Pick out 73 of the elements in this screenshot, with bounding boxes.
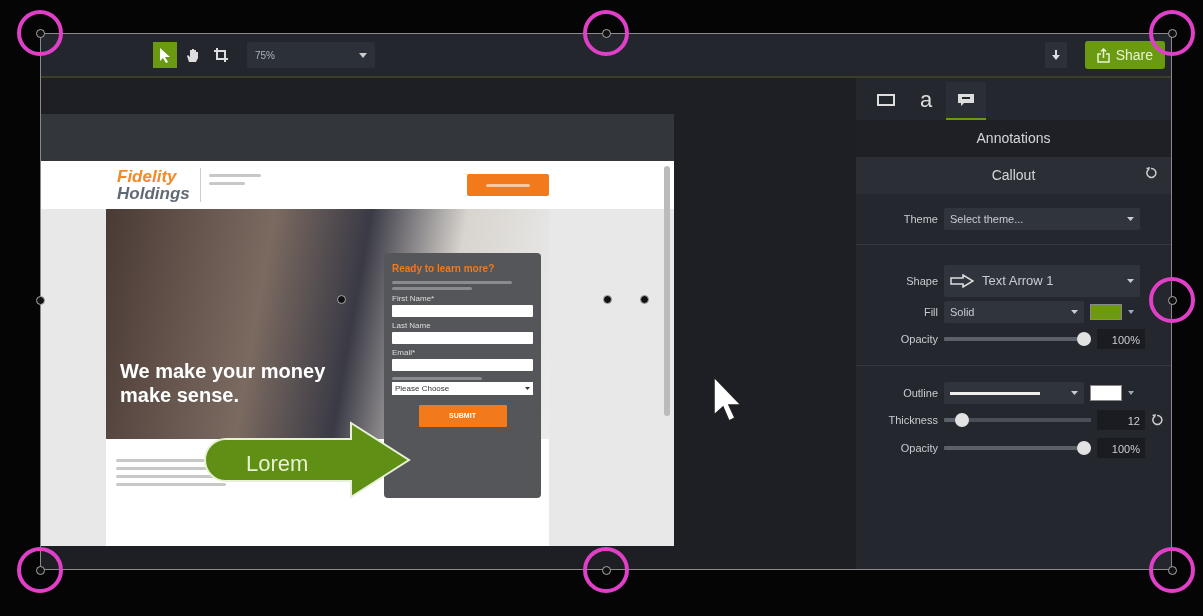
slider-thumb[interactable]: [1077, 441, 1091, 455]
highlight-circle: [17, 547, 63, 593]
download-button[interactable]: [1044, 42, 1067, 68]
field-label: First Name*: [392, 294, 436, 303]
resize-handle[interactable]: [35, 28, 45, 38]
crop-icon: [213, 47, 229, 63]
caret-icon: [1071, 310, 1078, 314]
share-icon: [1096, 47, 1110, 63]
field-label: Last Name: [392, 321, 432, 330]
highlight-circle: [583, 10, 629, 56]
resize-handle[interactable]: [35, 295, 45, 305]
panel-heading: Annotations: [856, 120, 1171, 157]
resize-handle[interactable]: [35, 565, 45, 575]
resize-handle[interactable]: [602, 294, 612, 304]
tagline-blur: [199, 168, 260, 202]
field-label: Shape: [905, 273, 938, 289]
caret-icon[interactable]: [1128, 310, 1134, 314]
caret-icon: [1127, 217, 1134, 221]
pointer-icon: [159, 47, 171, 63]
speech-bubble-icon: [957, 93, 975, 107]
reset-icon[interactable]: [1145, 167, 1157, 179]
fill-dropdown[interactable]: Solid: [944, 301, 1084, 323]
rectangle-icon: [877, 94, 895, 106]
resize-handle[interactable]: [1167, 565, 1177, 575]
highlight-circle: [1149, 547, 1195, 593]
shape-dropdown[interactable]: Text Arrow 1: [944, 265, 1140, 297]
number-field[interactable]: 12: [1097, 410, 1145, 430]
resize-handle[interactable]: [639, 294, 649, 304]
caret-icon: [1071, 391, 1078, 395]
field-label: Thickness: [887, 412, 938, 428]
color-swatch[interactable]: [1090, 385, 1122, 401]
caret-icon: [525, 387, 530, 390]
form-title: Ready to learn more?: [392, 262, 496, 276]
input-field[interactable]: [392, 359, 533, 371]
logo-text: Holdings: [117, 185, 190, 202]
highlight-circle: [583, 547, 629, 593]
number-field[interactable]: 100%: [1097, 438, 1145, 458]
field-label: Outline: [902, 385, 938, 401]
field-label: Email*: [392, 348, 417, 357]
resize-handle[interactable]: [601, 565, 611, 575]
input-field[interactable]: [392, 305, 533, 317]
outline-dropdown[interactable]: [944, 382, 1084, 404]
caret-icon[interactable]: [1128, 391, 1134, 395]
resize-handle[interactable]: [336, 294, 346, 304]
number-field[interactable]: 100%: [1097, 329, 1145, 349]
highlight-circle: [1149, 277, 1195, 323]
zoom-dropdown[interactable]: 75%: [247, 42, 375, 68]
field-label: Opacity: [899, 440, 938, 456]
hand-icon: [185, 47, 201, 63]
logo-text: Fidelity: [117, 168, 178, 185]
reset-icon[interactable]: [1151, 414, 1163, 426]
slider-thumb[interactable]: [954, 413, 969, 427]
field-label: Opacity: [899, 331, 938, 347]
field-label: Fill: [922, 304, 938, 320]
download-icon: [1051, 50, 1060, 60]
theme-dropdown[interactable]: Select theme...: [944, 208, 1140, 230]
scrollbar[interactable]: [664, 166, 670, 416]
field-label: Theme: [902, 211, 938, 227]
text-tab[interactable]: a: [906, 82, 946, 120]
caret-icon: [1127, 279, 1134, 283]
arrow-icon: [950, 274, 974, 288]
callout-tab[interactable]: [946, 82, 986, 120]
caret-icon: [359, 52, 367, 58]
input-field[interactable]: [392, 332, 533, 344]
hero-headline: We make your money make sense.: [120, 359, 327, 407]
color-swatch[interactable]: [1090, 304, 1122, 320]
highlight-circle: [17, 10, 63, 56]
panel-subheading: Callout: [991, 167, 1036, 183]
resize-handle[interactable]: [1167, 295, 1177, 305]
choose-dropdown[interactable]: Please Choose: [392, 382, 533, 395]
slider-thumb[interactable]: [1077, 332, 1091, 346]
resize-handle[interactable]: [601, 28, 611, 38]
resize-handle[interactable]: [1167, 28, 1177, 38]
